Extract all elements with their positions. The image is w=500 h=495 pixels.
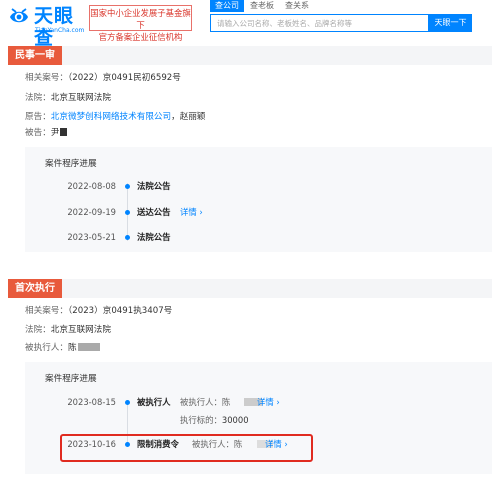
- executed-person-row: 被执行人：陈: [25, 342, 100, 354]
- event-date: 2022-09-19: [67, 207, 116, 217]
- redacted-mark: [77, 343, 100, 351]
- case-type-tag: 首次执行: [8, 279, 62, 298]
- execution-amount-row: 执行标的：30000: [180, 414, 249, 426]
- event-date: 2023-08-15: [67, 397, 116, 407]
- slogan-badge: 国家中小企业发展子基金旗下 官方备案企业征信机构: [89, 5, 192, 42]
- plaintiff-link[interactable]: 北京微梦创科网络技术有限公司: [51, 112, 171, 122]
- timeline-dot: [125, 235, 130, 240]
- event-name: 被执行人: [137, 397, 171, 407]
- tab-company[interactable]: 查公司: [210, 0, 244, 12]
- event-date: 2022-08-08: [67, 181, 116, 191]
- logo-subtext: TianYanCha.com: [35, 27, 85, 34]
- progress-panel: 案件程序进展 2022-08-08 法院公告 2022-09-19 送达公告 详…: [25, 147, 492, 252]
- section-header-first-execution: 首次执行: [8, 279, 492, 298]
- defendant-row: 被告：尹: [25, 127, 68, 139]
- case-number-row: 相关案号：（2023）京0491执3407号: [25, 305, 172, 317]
- progress-title: 案件程序进展: [45, 374, 97, 384]
- slogan-line-2: 官方备案企业征信机构: [98, 32, 183, 42]
- tab-boss[interactable]: 查老板: [245, 0, 279, 12]
- defendant-name: 尹: [50, 128, 60, 138]
- plaintiff-row: 原告：北京微梦创科网络技术有限公司，赵丽颖: [25, 111, 206, 123]
- defendant-label: 被告：: [25, 128, 51, 138]
- execution-amount-label: 执行标的：: [180, 415, 222, 425]
- executed-person-name: 陈: [67, 343, 77, 353]
- case-number-row: 相关案号：（2022）京0491民初6592号: [25, 72, 181, 84]
- eye-logo-icon: [10, 8, 28, 23]
- details-link[interactable]: 详情 ›: [180, 206, 203, 218]
- progress-title: 案件程序进展: [45, 159, 97, 169]
- event-party: 被执行人：陈: [180, 397, 231, 407]
- case-number: （2023）京0491执3407号: [67, 306, 173, 316]
- event-name: 法院公告: [137, 232, 171, 242]
- plaintiff-label: 原告：: [25, 112, 51, 122]
- event-name: 送达公告: [137, 207, 171, 217]
- redacted-mark: [60, 128, 68, 136]
- court-label: 法院：: [25, 93, 51, 103]
- timeline-dot: [125, 210, 130, 215]
- court-label: 法院：: [25, 325, 51, 335]
- case-type-tag: 民事一审: [8, 46, 62, 65]
- timeline-dot: [125, 400, 130, 405]
- court-name: 北京互联网法院: [50, 93, 111, 103]
- search-button[interactable]: 天眼一下: [429, 14, 472, 32]
- search-input[interactable]: [210, 14, 429, 32]
- execution-amount: 30000: [221, 415, 249, 425]
- executed-person-label: 被执行人：: [25, 343, 68, 353]
- top-header: 天眼查 TianYanCha.com 国家中小企业发展子基金旗下 官方备案企业征…: [0, 0, 500, 49]
- details-link[interactable]: 详情 ›: [257, 396, 280, 408]
- tianyancha-logo[interactable]: 天眼查 TianYanCha.com: [7, 4, 87, 49]
- court-row: 法院：北京互联网法院: [25, 92, 111, 104]
- plaintiff-extra: ，赵丽颖: [171, 112, 206, 122]
- case-number-label: 相关案号：: [25, 306, 68, 316]
- event-date: 2023-05-21: [67, 232, 116, 242]
- slogan-line-1: 国家中小企业发展子基金旗下: [90, 8, 191, 30]
- highlight-box: [60, 434, 313, 462]
- case-number: （2022）京0491民初6592号: [67, 73, 181, 83]
- timeline-dot: [125, 184, 130, 189]
- event-name: 法院公告: [137, 181, 171, 191]
- section-header-civil-first-instance: 民事一审: [8, 46, 492, 65]
- tab-relation[interactable]: 查关系: [280, 0, 314, 12]
- court-name: 北京互联网法院: [50, 325, 111, 335]
- case-number-label: 相关案号：: [25, 73, 68, 83]
- court-row: 法院：北京互联网法院: [25, 324, 111, 336]
